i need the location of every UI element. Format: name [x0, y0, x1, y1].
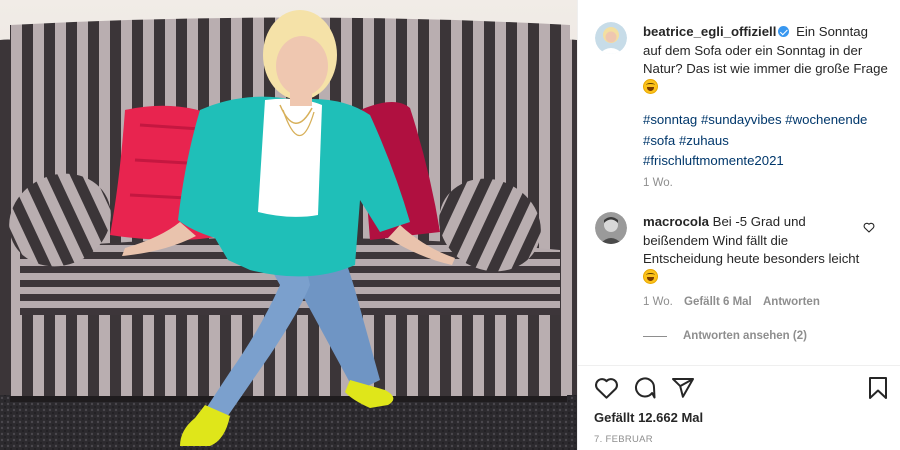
post-caption: beatrice_egli_offiziell Ein Sonntag auf …	[643, 23, 888, 97]
hashtag-link[interactable]: #sundayvibes	[701, 112, 782, 127]
post-date[interactable]: 7. FEBRUAR	[594, 434, 653, 445]
comment-timestamp[interactable]: 1 Wo.	[643, 296, 673, 308]
hashtag-link[interactable]: #wochenende	[785, 112, 867, 127]
caption-hashtags: #sonntag #sundayvibes #wochenende #sofa …	[643, 110, 888, 172]
comment-bubble-icon[interactable]	[633, 376, 657, 400]
hashtag-link[interactable]: #sofa	[643, 133, 675, 148]
comment-like-heart-icon[interactable]	[863, 222, 875, 233]
caption-timestamp[interactable]: 1 Wo.	[643, 177, 673, 189]
view-replies-button[interactable]: Antworten ansehen (2)	[643, 330, 807, 342]
post-sidebar: beatrice_egli_offiziell Ein Sonntag auf …	[577, 0, 900, 450]
commenter-avatar[interactable]	[595, 212, 627, 244]
hashtag-link[interactable]: #frischluftmomente2021	[643, 153, 784, 168]
save-bookmark-icon[interactable]	[868, 376, 888, 400]
share-paper-plane-icon[interactable]	[671, 376, 695, 400]
commenter-username[interactable]: macrocola	[643, 214, 709, 229]
post-photo[interactable]	[0, 0, 577, 450]
hashtag-link[interactable]: #sonntag	[643, 112, 697, 127]
instagram-post-view: beatrice_egli_offiziell Ein Sonntag auf …	[0, 0, 900, 450]
grinning-emoji-icon	[643, 268, 658, 284]
view-replies-label: Antworten ansehen (2)	[683, 330, 807, 342]
author-avatar[interactable]	[595, 22, 627, 54]
like-heart-icon[interactable]	[594, 376, 619, 400]
comment-likes-count[interactable]: Gefällt 6 Mal	[684, 296, 752, 308]
hashtag-link[interactable]: #zuhaus	[679, 133, 729, 148]
comment-body: macrocola Bei -5 Grad und beißendem Wind…	[643, 213, 865, 287]
author-avatar-image	[595, 22, 627, 54]
post-likes-count[interactable]: Gefällt 12.662 Mal	[594, 410, 703, 425]
commenter-avatar-image	[595, 212, 627, 244]
author-username[interactable]: beatrice_egli_offiziell	[643, 24, 776, 39]
post-photo-illustration	[0, 0, 577, 450]
replies-divider-line	[643, 335, 667, 337]
section-divider	[578, 365, 900, 366]
post-action-bar	[594, 376, 889, 402]
verified-badge-icon	[778, 26, 790, 37]
comment-reply-button[interactable]: Antworten	[763, 296, 820, 308]
laughing-emoji-icon	[643, 78, 658, 94]
